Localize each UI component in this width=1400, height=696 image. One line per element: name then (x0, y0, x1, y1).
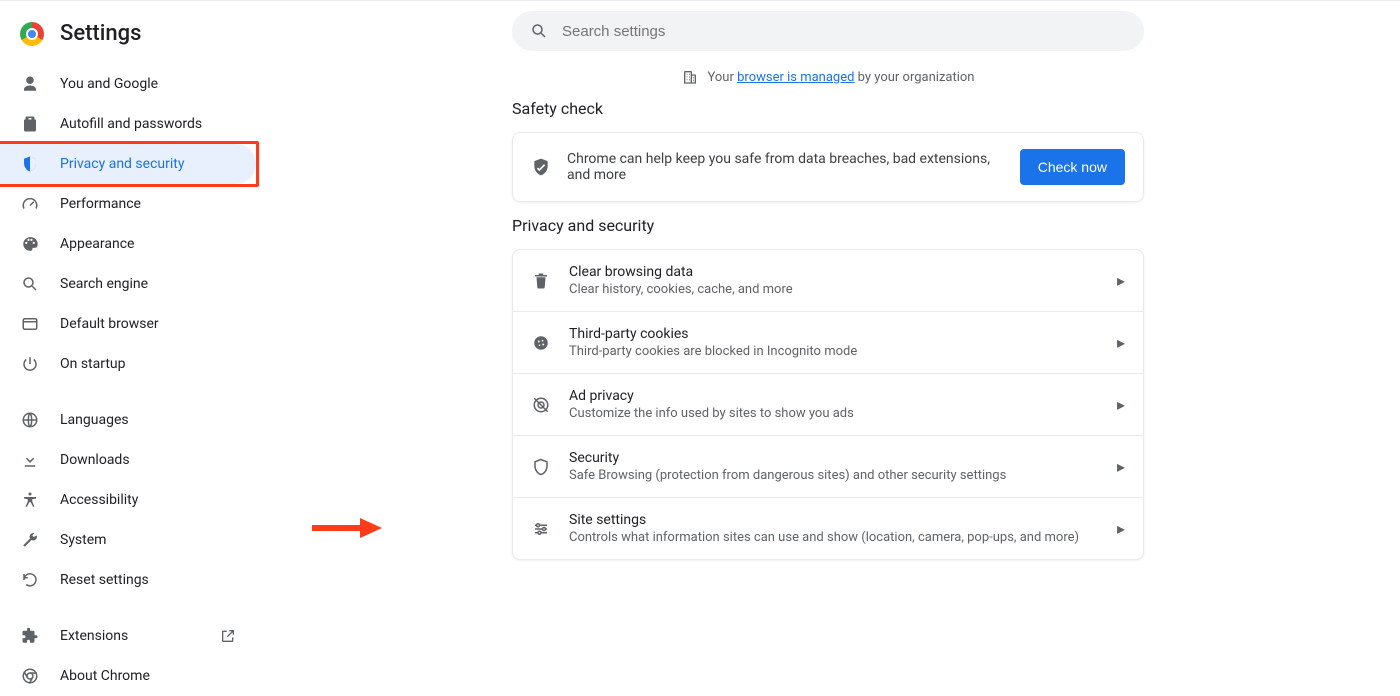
row-clear-browsing-data[interactable]: Clear browsing data Clear history, cookie… (513, 250, 1143, 312)
sidebar-item-label: Search engine (60, 276, 148, 292)
chevron-right-icon: ▸ (1117, 271, 1125, 290)
shield-outline-icon (531, 458, 551, 476)
sidebar-item-system[interactable]: System (0, 520, 256, 560)
highlight-annotation: Privacy and security (0, 141, 259, 187)
settings-header: Settings (0, 9, 256, 64)
sidebar-item-label: On startup (60, 356, 126, 372)
annotation-arrow (312, 518, 382, 538)
restore-icon (20, 571, 40, 589)
sidebar-item-label: Appearance (60, 236, 134, 252)
sidebar-item-appearance[interactable]: Appearance (0, 224, 256, 264)
managed-notice: Your browser is managed by your organiza… (682, 69, 975, 85)
search-icon (20, 275, 40, 293)
sidebar-item-default-browser[interactable]: Default browser (0, 304, 256, 344)
sidebar-item-label: You and Google (60, 76, 158, 92)
row-subtitle: Customize the info used by sites to show… (569, 406, 1099, 421)
sidebar-item-label: Downloads (60, 452, 130, 468)
row-title: Site settings (569, 512, 1099, 528)
sidebar-item-label: Autofill and passwords (60, 116, 202, 132)
safety-check-text: Chrome can help keep you safe from data … (567, 151, 1004, 183)
chevron-right-icon: ▸ (1117, 519, 1125, 538)
chevron-right-icon: ▸ (1117, 333, 1125, 352)
sidebar-item-privacy-security[interactable]: Privacy and security (0, 144, 256, 184)
managed-suffix: by your organization (854, 70, 974, 85)
row-subtitle: Controls what information sites can use … (569, 530, 1099, 545)
search-input[interactable] (562, 23, 1126, 40)
ad-privacy-icon (531, 396, 551, 414)
power-icon (20, 355, 40, 373)
page-title: Settings (60, 21, 141, 46)
sidebar-item-label: Accessibility (60, 492, 138, 508)
row-title: Security (569, 450, 1099, 466)
sidebar-item-on-startup[interactable]: On startup (0, 344, 256, 384)
person-icon (20, 75, 40, 93)
trash-icon (531, 272, 551, 290)
puzzle-icon (20, 627, 40, 645)
sidebar: Settings You and Google Autofill and pas… (0, 1, 256, 664)
check-now-button[interactable]: Check now (1020, 149, 1125, 185)
managed-link[interactable]: browser is managed (737, 70, 854, 85)
sidebar-item-label: Languages (60, 412, 129, 428)
sidebar-item-reset-settings[interactable]: Reset settings (0, 560, 256, 600)
sidebar-item-performance[interactable]: Performance (0, 184, 256, 224)
wrench-icon (20, 531, 40, 549)
cookie-icon (531, 334, 551, 352)
globe-icon (20, 411, 40, 429)
sidebar-item-downloads[interactable]: Downloads (0, 440, 256, 480)
managed-prefix: Your (708, 70, 738, 85)
sidebar-item-search-engine[interactable]: Search engine (0, 264, 256, 304)
building-icon (682, 69, 698, 85)
open-in-new-icon (220, 628, 236, 644)
sidebar-item-languages[interactable]: Languages (0, 400, 256, 440)
sidebar-item-label: Privacy and security (60, 156, 184, 172)
sidebar-item-label: Reset settings (60, 572, 149, 588)
tune-icon (531, 520, 551, 538)
chevron-right-icon: ▸ (1117, 457, 1125, 476)
safety-check-title: Safety check (512, 99, 1144, 118)
sidebar-item-accessibility[interactable]: Accessibility (0, 480, 256, 520)
download-icon (20, 451, 40, 469)
row-title: Third-party cookies (569, 326, 1099, 342)
accessibility-icon (20, 491, 40, 509)
safety-check-card: Chrome can help keep you safe from data … (512, 132, 1144, 202)
clipboard-icon (20, 115, 40, 133)
window-icon (20, 315, 40, 333)
palette-icon (20, 235, 40, 253)
row-site-settings[interactable]: Site settings Controls what information s… (513, 498, 1143, 559)
speedometer-icon (20, 195, 40, 213)
search-bar[interactable] (512, 11, 1144, 51)
row-title: Clear browsing data (569, 264, 1099, 280)
chrome-outline-icon (20, 667, 40, 685)
sidebar-item-about-chrome[interactable]: About Chrome (0, 656, 256, 696)
sidebar-item-label: Default browser (60, 316, 159, 332)
privacy-security-card: Clear browsing data Clear history, cookie… (512, 249, 1144, 560)
sidebar-item-extensions[interactable]: Extensions (0, 616, 256, 656)
privacy-security-title: Privacy and security (512, 216, 1144, 235)
chrome-logo-icon (20, 22, 44, 46)
shield-icon (20, 155, 40, 173)
row-third-party-cookies[interactable]: Third-party cookies Third-party cookies a… (513, 312, 1143, 374)
row-subtitle: Third-party cookies are blocked in Incog… (569, 344, 1099, 359)
row-ad-privacy[interactable]: Ad privacy Customize the info used by sit… (513, 374, 1143, 436)
sidebar-item-label: About Chrome (60, 668, 150, 684)
main-content: Your browser is managed by your organiza… (256, 1, 1400, 664)
sidebar-item-label: Performance (60, 196, 141, 212)
row-subtitle: Safe Browsing (protection from dangerous… (569, 468, 1099, 483)
row-security[interactable]: Security Safe Browsing (protection from d… (513, 436, 1143, 498)
search-icon (530, 22, 548, 40)
sidebar-item-autofill[interactable]: Autofill and passwords (0, 104, 256, 144)
sidebar-item-label: Extensions (60, 628, 128, 644)
row-subtitle: Clear history, cookies, cache, and more (569, 282, 1099, 297)
row-title: Ad privacy (569, 388, 1099, 404)
sidebar-item-you-and-google[interactable]: You and Google (0, 64, 256, 104)
sidebar-item-label: System (60, 532, 106, 548)
shield-check-icon (531, 157, 551, 177)
managed-text: Your browser is managed by your organiza… (708, 70, 975, 85)
chevron-right-icon: ▸ (1117, 395, 1125, 414)
